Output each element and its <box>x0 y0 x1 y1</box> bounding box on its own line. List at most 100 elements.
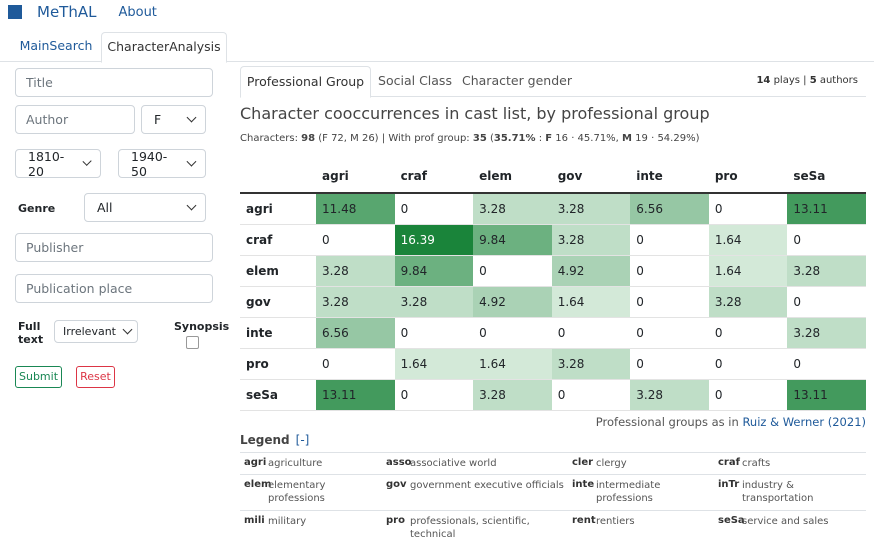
stats-text-1: Characters: <box>240 133 302 144</box>
matrix-cell: 1.64 <box>551 286 631 318</box>
analysis-tabs: Professional Group Social Class Characte… <box>240 66 866 98</box>
stats-text-3: ( <box>486 133 494 144</box>
table-row: elem 3.28 9.84 0 4.92 0 1.64 3.28 <box>240 255 866 287</box>
publisher-input[interactable] <box>16 234 212 261</box>
matrix-cell: 9.84 <box>394 255 474 287</box>
legend-text: service and sales <box>742 516 829 527</box>
legend-text: military <box>268 516 307 527</box>
matrix-cell: 3.28 <box>787 317 866 349</box>
stats-withprof: 35 <box>472 133 487 144</box>
stats-text-4: : <box>535 133 546 144</box>
column-header: craf <box>394 160 474 194</box>
fulltext-select-value: Irrelevant <box>63 325 116 338</box>
gender-select-value: F <box>154 112 162 127</box>
matrix-cell: 0 <box>630 255 709 287</box>
legend-title: Legend [-] <box>240 433 309 447</box>
chevron-down-icon <box>186 200 197 211</box>
publication-place-field[interactable] <box>15 274 213 303</box>
publication-place-input[interactable] <box>16 275 212 302</box>
publisher-field[interactable] <box>15 233 213 262</box>
legend-toggle[interactable]: [-] <box>296 433 310 447</box>
legend-text: government executive officials <box>410 480 564 491</box>
synopsis-checkbox[interactable] <box>186 336 199 349</box>
legend-text: professionals, scientific, technical <box>410 516 530 540</box>
top-navbar: MeThAL About <box>0 0 874 24</box>
chevron-down-icon <box>186 156 197 167</box>
legend-item: inte intermediate professions <box>572 479 686 505</box>
matrix-cell: 13.11 <box>787 193 866 225</box>
page-title: Character cooccurrences in cast list, by… <box>240 104 710 123</box>
title-input[interactable] <box>16 69 212 96</box>
gender-select[interactable]: F <box>141 105 206 134</box>
tab-professional-group[interactable]: Professional Group <box>240 66 371 98</box>
row-header: gov <box>240 286 316 318</box>
matrix-cell: 16.39 <box>394 224 474 256</box>
legend-text: associative world <box>410 458 497 469</box>
author-field[interactable] <box>15 105 135 134</box>
legend-item: rent rentiers <box>572 515 724 528</box>
stats-pct: 35.71% <box>493 133 536 144</box>
chevron-down-icon <box>82 156 92 167</box>
plays-count: 14 <box>756 75 771 86</box>
about-link[interactable]: About <box>118 5 156 20</box>
legend-item: craf crafts <box>718 457 852 470</box>
period-to-select[interactable]: 1940-50 <box>118 148 206 179</box>
tab-characteranalysis[interactable]: CharacterAnalysis <box>101 32 227 63</box>
genre-select[interactable]: All <box>84 193 206 222</box>
row-header: craf <box>240 224 316 256</box>
period-to-value: 1940-50 <box>131 148 168 179</box>
matrix-cell: 0 <box>316 348 395 380</box>
column-header: pro <box>708 160 788 194</box>
legend-item: cler clergy <box>572 457 724 470</box>
chevron-down-icon <box>186 112 197 123</box>
matrix-cell: 0 <box>708 317 788 349</box>
genre-select-value: All <box>97 200 113 215</box>
matrix-cell: 0 <box>787 348 866 380</box>
matrix-cell: 0 <box>394 193 474 225</box>
legend-row: agri agriculture asso associative world cl… <box>240 452 866 474</box>
matrix-cell: 6.56 <box>316 317 395 349</box>
reset-button[interactable]: Reset <box>76 366 115 388</box>
matrix-cell: 0 <box>630 224 709 256</box>
title-field[interactable] <box>15 68 213 97</box>
legend-text: intermediate professions <box>596 480 661 504</box>
main-tabs: MainSearch CharacterAnalysis <box>0 32 874 63</box>
submit-button[interactable]: Submit <box>15 366 62 388</box>
matrix-cell: 0 <box>630 317 709 349</box>
matrix-cell: 3.28 <box>316 286 395 318</box>
matrix-cell: 0 <box>708 193 788 225</box>
brand-link[interactable]: MeThAL <box>37 3 96 21</box>
tab-social-class[interactable]: Social Class <box>371 66 459 95</box>
matrix-cell: 0 <box>551 379 631 411</box>
counts-separator: | <box>799 75 810 86</box>
fulltext-select[interactable]: Irrelevant <box>54 320 138 343</box>
matrix-cell: 3.28 <box>551 193 631 225</box>
row-header: seSa <box>240 379 316 411</box>
matrix-cell: 0 <box>551 317 631 349</box>
matrix-cell: 4.92 <box>473 286 552 318</box>
character-stats: Characters: 98 (F 72, M 26) | With prof … <box>240 133 699 144</box>
legend-text: agriculture <box>268 458 323 469</box>
legend-row: elem elementary professions gov government… <box>240 474 866 510</box>
fulltext-label: Full text <box>18 320 43 346</box>
legend-code: asso <box>386 457 412 468</box>
matrix-cell: 4.92 <box>551 255 631 287</box>
cooccurrence-table: agri craf elem gov inte pro seSa agri 11… <box>240 160 866 411</box>
source-link[interactable]: Ruiz & Werner (2021) <box>742 415 866 429</box>
brand-logo-icon <box>8 5 22 19</box>
authors-word: authors <box>816 75 858 86</box>
table-header-row: agri craf elem gov inte pro seSa <box>240 160 866 194</box>
matrix-cell: 3.28 <box>473 193 552 225</box>
tab-mainsearch[interactable]: MainSearch <box>12 32 100 60</box>
period-from-select[interactable]: 1810-20 <box>15 149 101 179</box>
table-row: craf 0 16.39 9.84 3.28 0 1.64 0 <box>240 224 866 256</box>
legend-code: inte <box>572 479 595 490</box>
author-input[interactable] <box>16 106 134 133</box>
column-header: elem <box>473 160 552 194</box>
matrix-cell: 0 <box>708 379 788 411</box>
legend-code: seSa <box>718 515 745 526</box>
tab-character-gender[interactable]: Character gender <box>462 66 572 95</box>
legend-code: rent <box>572 515 596 526</box>
matrix-cell: 3.28 <box>394 286 474 318</box>
legend-item: seSa service and sales <box>718 515 852 528</box>
